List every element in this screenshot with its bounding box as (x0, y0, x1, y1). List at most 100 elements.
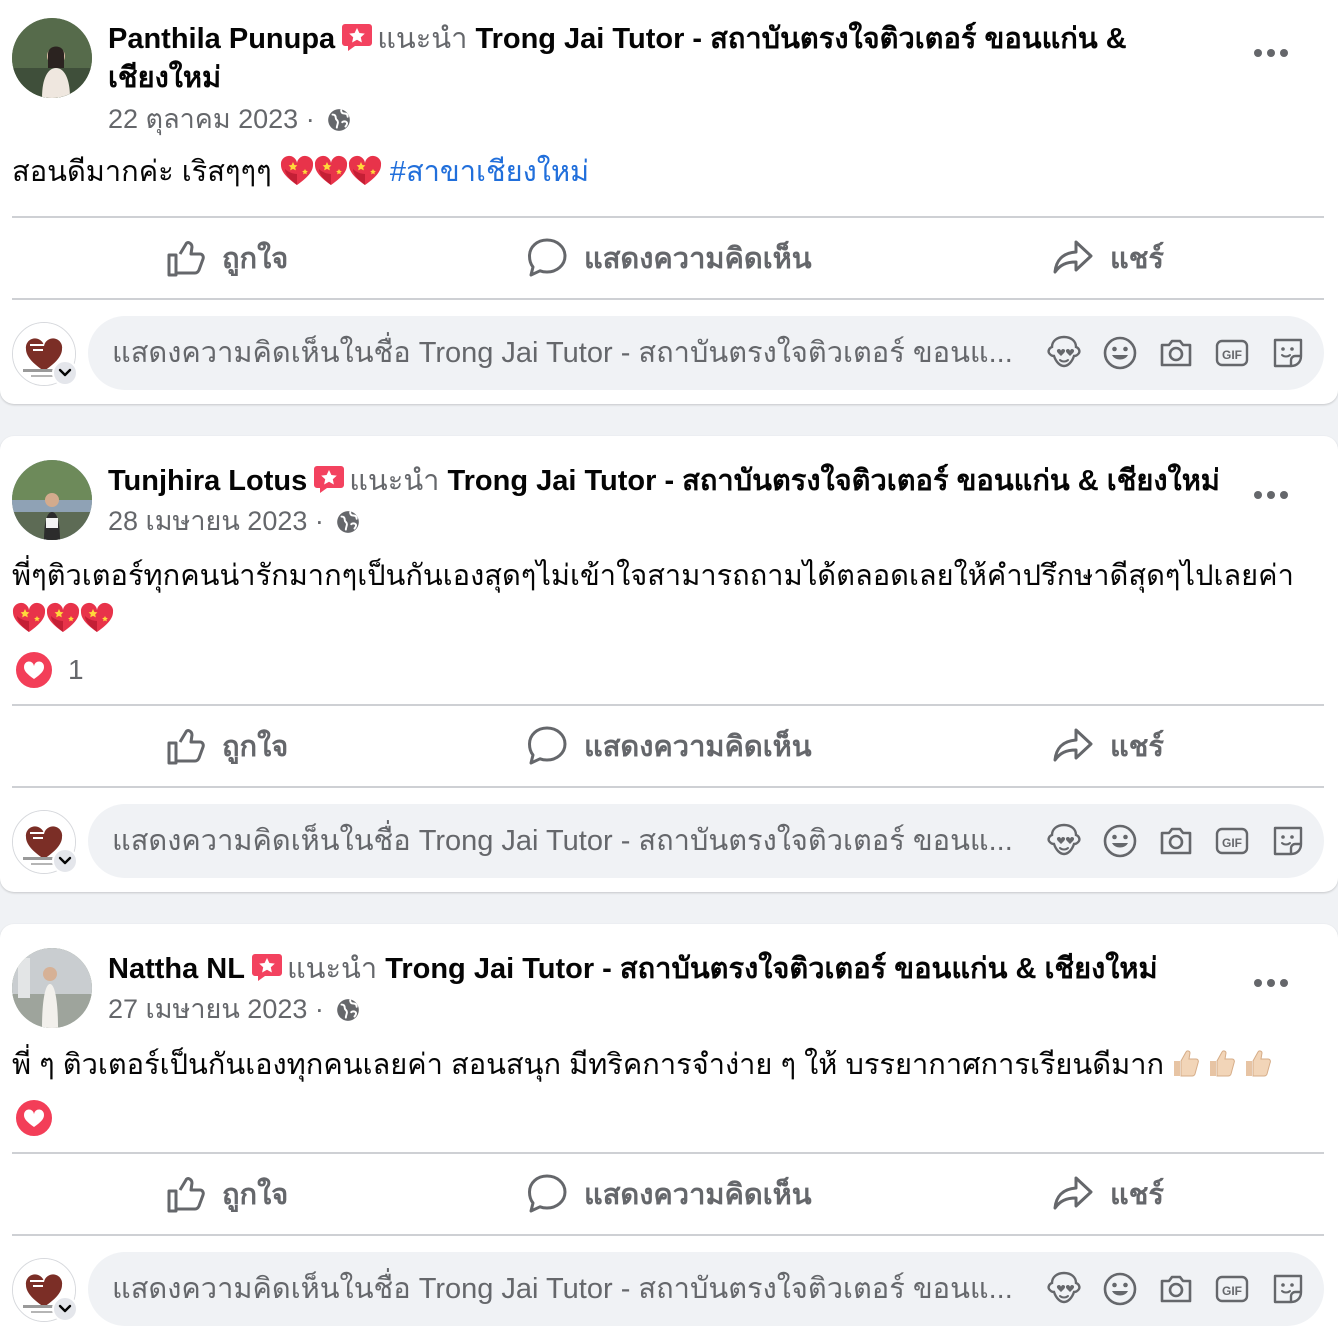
camera-icon[interactable] (1158, 823, 1194, 859)
post-meta: 28 เมษายน 2023 · (108, 503, 361, 539)
share-label: แชร์ (1110, 731, 1164, 763)
like-button[interactable]: ถูกใจ (164, 706, 288, 786)
more-options-button[interactable] (1254, 491, 1288, 501)
post-text: พี่ๆติวเตอร์ทุกคนน่ารักมากๆเป็นกันเองสุด… (12, 555, 1312, 641)
like-button[interactable]: ถูกใจ (164, 218, 288, 298)
sticker-icon[interactable] (1270, 1271, 1306, 1307)
recommend-label: แนะนำ (286, 953, 378, 985)
comment-icon (526, 237, 568, 279)
author-name[interactable]: Tunjhira Lotus (108, 465, 307, 497)
comment-composer: แสดงความคิดเห็นในชื่อ Trong Jai Tutor - … (0, 316, 1338, 396)
divider (12, 298, 1324, 300)
share-label: แชร์ (1110, 1179, 1164, 1211)
comment-label: แสดงความคิดเห็น (584, 1179, 812, 1211)
share-button[interactable]: แชร์ (1052, 1154, 1164, 1234)
comment-input[interactable]: แสดงความคิดเห็นในชื่อ Trong Jai Tutor - … (88, 316, 1324, 390)
emoji-icon[interactable] (1102, 1271, 1138, 1307)
thumbs-up-icon (1170, 1048, 1200, 1078)
reaction-summary[interactable] (14, 1098, 68, 1138)
action-bar: ถูกใจ แสดงความคิดเห็น แชร์ (12, 1154, 1324, 1234)
chevron-down-icon (54, 1298, 76, 1320)
post-header: Panthila Punupa แนะนำ Trong Jai Tutor - ส… (108, 20, 1248, 98)
identity-switch-button[interactable] (52, 360, 78, 386)
sparkling-heart-icon (280, 155, 314, 187)
post-date[interactable]: 27 เมษายน 2023 (108, 994, 307, 1024)
gif-icon[interactable] (1214, 1271, 1250, 1307)
comment-label: แสดงความคิดเห็น (584, 243, 812, 275)
share-label: แชร์ (1110, 243, 1164, 275)
sparkling-heart-icon (314, 155, 348, 187)
identity-switch-button[interactable] (52, 1296, 78, 1322)
emoji-icon[interactable] (1102, 823, 1138, 859)
globe-icon (326, 107, 352, 133)
action-bar: ถูกใจ แสดงความคิดเห็น แชร์ (12, 218, 1324, 298)
post-header: Nattha NL แนะนำ Trong Jai Tutor - สถาบันต… (108, 950, 1248, 989)
post-body: พี่ๆติวเตอร์ทุกคนน่ารักมากๆเป็นกันเองสุด… (12, 560, 1294, 592)
like-label: ถูกใจ (222, 1179, 289, 1211)
post-text: สอนดีมากค่ะ เริสๆๆๆ #สาขาเชียงใหม่ (12, 151, 1312, 194)
share-button[interactable]: แชร์ (1052, 218, 1164, 298)
globe-icon (335, 997, 361, 1023)
recommend-icon (313, 464, 345, 494)
like-icon (164, 237, 206, 279)
page-name[interactable]: Trong Jai Tutor - สถาบันตรงใจติวเตอร์ ขอ… (475, 23, 1126, 55)
post-header: Tunjhira Lotus แนะนำ Trong Jai Tutor - สถ… (108, 462, 1248, 501)
chevron-down-icon (54, 362, 76, 384)
sticker-icon[interactable] (1270, 823, 1306, 859)
sticker-icon[interactable] (1270, 335, 1306, 371)
review-post: Tunjhira Lotus แนะนำ Trong Jai Tutor - สถ… (0, 436, 1338, 892)
like-button[interactable]: ถูกใจ (164, 1154, 288, 1234)
comment-icon (526, 1173, 568, 1215)
review-post: Nattha NL แนะนำ Trong Jai Tutor - สถาบันต… (0, 924, 1338, 1330)
reaction-summary[interactable]: 1 (14, 650, 84, 690)
avatar-sticker-icon[interactable] (1046, 1271, 1082, 1307)
comment-composer: แสดงความคิดเห็นในชื่อ Trong Jai Tutor - … (0, 1252, 1338, 1330)
hashtag-link[interactable]: #สาขาเชียงใหม่ (390, 156, 589, 188)
gif-icon[interactable] (1214, 823, 1250, 859)
avatar-sticker-icon[interactable] (1046, 335, 1082, 371)
post-meta: 27 เมษายน 2023 · (108, 991, 361, 1027)
camera-icon[interactable] (1158, 335, 1194, 371)
divider (12, 1234, 1324, 1236)
sparkling-heart-icon (46, 602, 80, 634)
avatar-sticker-icon[interactable] (1046, 823, 1082, 859)
author-name[interactable]: Nattha NL (108, 953, 245, 985)
camera-icon[interactable] (1158, 1271, 1194, 1307)
comment-button[interactable]: แสดงความคิดเห็น (526, 218, 812, 298)
more-options-button[interactable] (1254, 979, 1288, 989)
identity-switch-button[interactable] (52, 848, 78, 874)
post-text: พี่ ๆ ติวเตอร์เป็นกันเองทุกคนเลยค่า สอนส… (12, 1044, 1312, 1087)
review-post: Panthila Punupa แนะนำ Trong Jai Tutor - ส… (0, 0, 1338, 404)
emoji-icon[interactable] (1102, 335, 1138, 371)
comment-composer: แสดงความคิดเห็นในชื่อ Trong Jai Tutor - … (0, 804, 1338, 884)
share-icon (1052, 237, 1094, 279)
sparkling-heart-icon (12, 602, 46, 634)
share-icon (1052, 725, 1094, 767)
author-avatar[interactable] (12, 18, 92, 98)
share-icon (1052, 1173, 1094, 1215)
comment-placeholder: แสดงความคิดเห็นในชื่อ Trong Jai Tutor - … (112, 1273, 1013, 1305)
like-icon (164, 725, 206, 767)
comment-input[interactable]: แสดงความคิดเห็นในชื่อ Trong Jai Tutor - … (88, 1252, 1324, 1326)
chevron-down-icon (54, 850, 76, 872)
comment-button[interactable]: แสดงความคิดเห็น (526, 1154, 812, 1234)
comment-button[interactable]: แสดงความคิดเห็น (526, 706, 812, 786)
globe-icon (335, 509, 361, 535)
page-name-continued[interactable]: เชียงใหม่ (108, 62, 221, 94)
post-date[interactable]: 28 เมษายน 2023 (108, 506, 307, 536)
author-avatar[interactable] (12, 460, 92, 540)
author-avatar[interactable] (12, 948, 92, 1028)
page-name[interactable]: Trong Jai Tutor - สถาบันตรงใจติวเตอร์ ขอ… (448, 465, 1220, 497)
comment-input[interactable]: แสดงความคิดเห็นในชื่อ Trong Jai Tutor - … (88, 804, 1324, 878)
comment-placeholder: แสดงความคิดเห็นในชื่อ Trong Jai Tutor - … (112, 337, 1013, 369)
post-date[interactable]: 22 ตุลาคม 2023 (108, 104, 298, 134)
page-name[interactable]: Trong Jai Tutor - สถาบันตรงใจติวเตอร์ ขอ… (385, 953, 1157, 985)
reaction-count: 1 (68, 654, 84, 685)
divider (12, 786, 1324, 788)
sparkling-heart-icon (348, 155, 382, 187)
share-button[interactable]: แชร์ (1052, 706, 1164, 786)
author-name[interactable]: Panthila Punupa (108, 23, 335, 55)
post-body: สอนดีมากค่ะ เริสๆๆๆ (12, 156, 272, 188)
gif-icon[interactable] (1214, 335, 1250, 371)
more-options-button[interactable] (1254, 49, 1288, 59)
